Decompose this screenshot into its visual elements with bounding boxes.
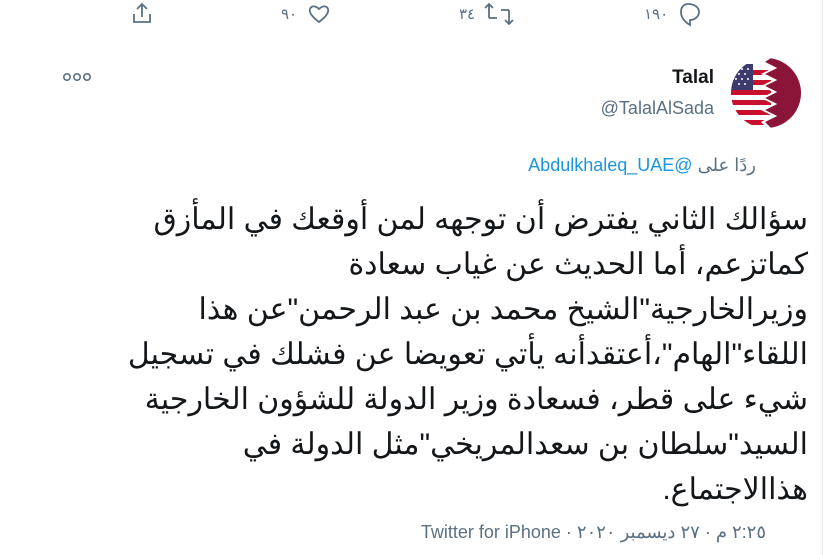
author-name[interactable]: Talal bbox=[672, 67, 714, 89]
reply-button[interactable]: ١٩٠ bbox=[636, 0, 704, 28]
reply-context: ردًا على @Abdulkhaleq_UAE bbox=[528, 155, 756, 176]
tweet-meta: ٢:٢٥ م · ٢٧ ديسمبر ٢٠٢٠ · Twitter for iP… bbox=[421, 522, 766, 543]
tweet-line: اللقاء"الهام"،أعتقدأنه يأتي تعويضا عن فش… bbox=[127, 338, 808, 371]
column-border bbox=[822, 0, 823, 555]
comment-icon bbox=[676, 0, 704, 28]
tweet-line: وزيرالخارجية"الشيخ محمد بن عبد الرحمن"عن… bbox=[198, 293, 808, 326]
like-button[interactable]: ٩٠ bbox=[273, 0, 333, 28]
author-handle[interactable]: @TalalAlSada bbox=[601, 98, 714, 119]
more-options-button[interactable] bbox=[62, 66, 92, 88]
tweet-text: سؤالك الثاني يفترض أن توجهه لمن أوقعك في… bbox=[73, 197, 808, 512]
meta-separator: · bbox=[565, 522, 572, 542]
tweet-line: سؤالك الثاني يفترض أن توجهه لمن أوقعك في… bbox=[153, 203, 808, 236]
tweet-action-bar: ٩٠ ٣٤ ١٩٠ bbox=[0, 0, 822, 30]
reply-prefix: ردًا على bbox=[697, 155, 756, 175]
tweet-line: كماتزعم، أما الحديث عن غياب سعادة bbox=[348, 248, 808, 281]
more-dots-icon bbox=[62, 73, 91, 82]
tweet-line: شيء على قطر، فسعادة وزير الدولة للشؤون ا… bbox=[144, 383, 808, 416]
reply-count: ١٩٠ bbox=[644, 6, 669, 23]
like-count: ٩٠ bbox=[281, 6, 298, 23]
retweet-button[interactable]: ٣٤ bbox=[451, 0, 515, 28]
tweet-page: ٩٠ ٣٤ ١٩٠ Talal @TalalAlSada ردًا على @A… bbox=[0, 0, 830, 555]
share-button[interactable] bbox=[128, 0, 156, 28]
tweet-time[interactable]: ٢:٢٥ م bbox=[716, 522, 766, 542]
tweet-source[interactable]: Twitter for iPhone bbox=[421, 522, 561, 542]
tweet-date[interactable]: ٢٧ ديسمبر ٢٠٢٠ bbox=[577, 522, 700, 542]
heart-icon bbox=[305, 0, 333, 28]
share-icon bbox=[128, 0, 156, 28]
reply-mention-link[interactable]: @Abdulkhaleq_UAE bbox=[528, 155, 692, 175]
tweet-line: هذاالاجتماع. bbox=[662, 473, 808, 506]
flag-avatar-icon bbox=[731, 58, 801, 128]
tweet-line: السيد"سلطان بن سعدالمريخي"مثل الدولة في bbox=[242, 428, 808, 461]
retweet-icon bbox=[483, 0, 515, 28]
retweet-count: ٣٤ bbox=[459, 6, 476, 23]
meta-separator: · bbox=[704, 522, 711, 542]
avatar[interactable] bbox=[731, 58, 801, 128]
